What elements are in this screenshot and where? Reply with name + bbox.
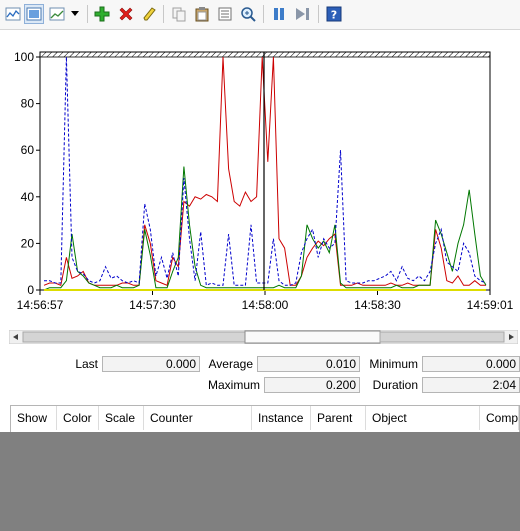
view-histogram-icon [26,7,42,21]
add-counter-icon [94,6,110,22]
view-report-button[interactable] [47,4,67,24]
average-value: 0.010 [257,356,360,372]
view-graph-icon [5,7,21,21]
view-graph-button[interactable] [3,4,23,24]
delete-counter-button[interactable] [116,4,136,24]
update-data-button[interactable] [292,4,312,24]
view-dropdown-button[interactable] [68,4,82,24]
svg-text:?: ? [331,9,337,22]
average-label: Average [208,357,253,371]
update-data-icon [296,8,309,20]
column-header-parent[interactable]: Parent [311,406,366,430]
column-header-show[interactable]: Show [11,406,57,430]
toolbar-separator [263,5,264,23]
view-histogram-button[interactable] [24,4,44,24]
time-scrollbar-graphic [8,329,519,345]
x-tick-label: 14:58:00 [242,298,289,312]
add-counter-button[interactable] [92,4,112,24]
column-header-computer[interactable]: Computer [480,406,519,430]
copy-properties-icon [172,7,186,22]
zoom-icon [241,7,256,22]
properties-button[interactable] [215,4,235,24]
toolbar-separator [87,5,88,23]
copy-properties-button[interactable] [169,4,189,24]
scroll-range-right [379,331,505,343]
maximum-value: 0.200 [264,377,360,393]
minimum-value: 0.000 [422,356,520,372]
column-header-color[interactable]: Color [57,406,99,430]
column-header-scale[interactable]: Scale [99,406,144,430]
plot-area [39,51,491,291]
toolbar-separator [163,5,164,23]
dimmed-overlay [0,432,520,531]
scroll-thumb[interactable] [244,330,381,344]
properties-icon [218,7,232,21]
paste-counter-list-button[interactable] [192,4,212,24]
toolbar-separator [318,5,319,23]
zoom-button[interactable] [238,4,258,24]
last-value: 0.000 [102,356,200,372]
performance-chart[interactable]: 100806040200 14:56:57 14:57:30 14:58:00 14:… [0,30,520,320]
x-tick-label: 14:58:30 [354,298,401,312]
y-axis: 100 80 60 40 20 0 [14,50,40,297]
chevron-down-icon [71,11,79,16]
last-label: Last [75,357,98,371]
view-report-icon [49,7,65,21]
column-header-instance[interactable]: Instance [252,406,311,430]
help-button[interactable]: ? [324,4,344,24]
chart-area: 100 80 60 40 20 0 14:56:57 14:57:30 14:58:00 14:… [0,30,520,320]
delete-counter-icon [119,7,133,21]
freeze-display-icon [274,8,284,20]
paste-counter-list-icon [195,7,209,22]
duration-label: Duration [372,378,418,392]
column-header-object[interactable]: Object [366,406,480,430]
duration-value: 2:04 [422,377,520,393]
y-tick-label: 0 [27,283,34,297]
scale-overflow-bar [39,51,491,58]
y-tick-label: 40 [21,190,35,204]
help-icon: ? [326,6,342,22]
freeze-display-button[interactable] [269,4,289,24]
y-tick-label: 20 [21,236,35,250]
y-tick-label: 80 [21,97,35,111]
y-tick-label: 100 [14,50,34,64]
highlight-button[interactable] [139,4,159,24]
scroll-range-left [22,331,246,343]
x-tick-label: 14:57:30 [129,298,176,312]
y-tick-label: 60 [21,143,35,157]
x-tick-label: 14:56:57 [17,298,64,312]
minimum-label: Minimum [369,357,418,371]
time-scrollbar[interactable] [8,329,519,345]
toolbar: ? [0,0,520,30]
column-header-counter[interactable]: Counter [144,406,252,430]
highlight-icon [143,7,156,21]
x-axis: 14:56:57 14:57:30 14:58:00 14:58:30 14:59:01 [17,290,514,312]
maximum-label: Maximum [207,378,260,392]
x-tick-label: 14:59:01 [467,298,514,312]
